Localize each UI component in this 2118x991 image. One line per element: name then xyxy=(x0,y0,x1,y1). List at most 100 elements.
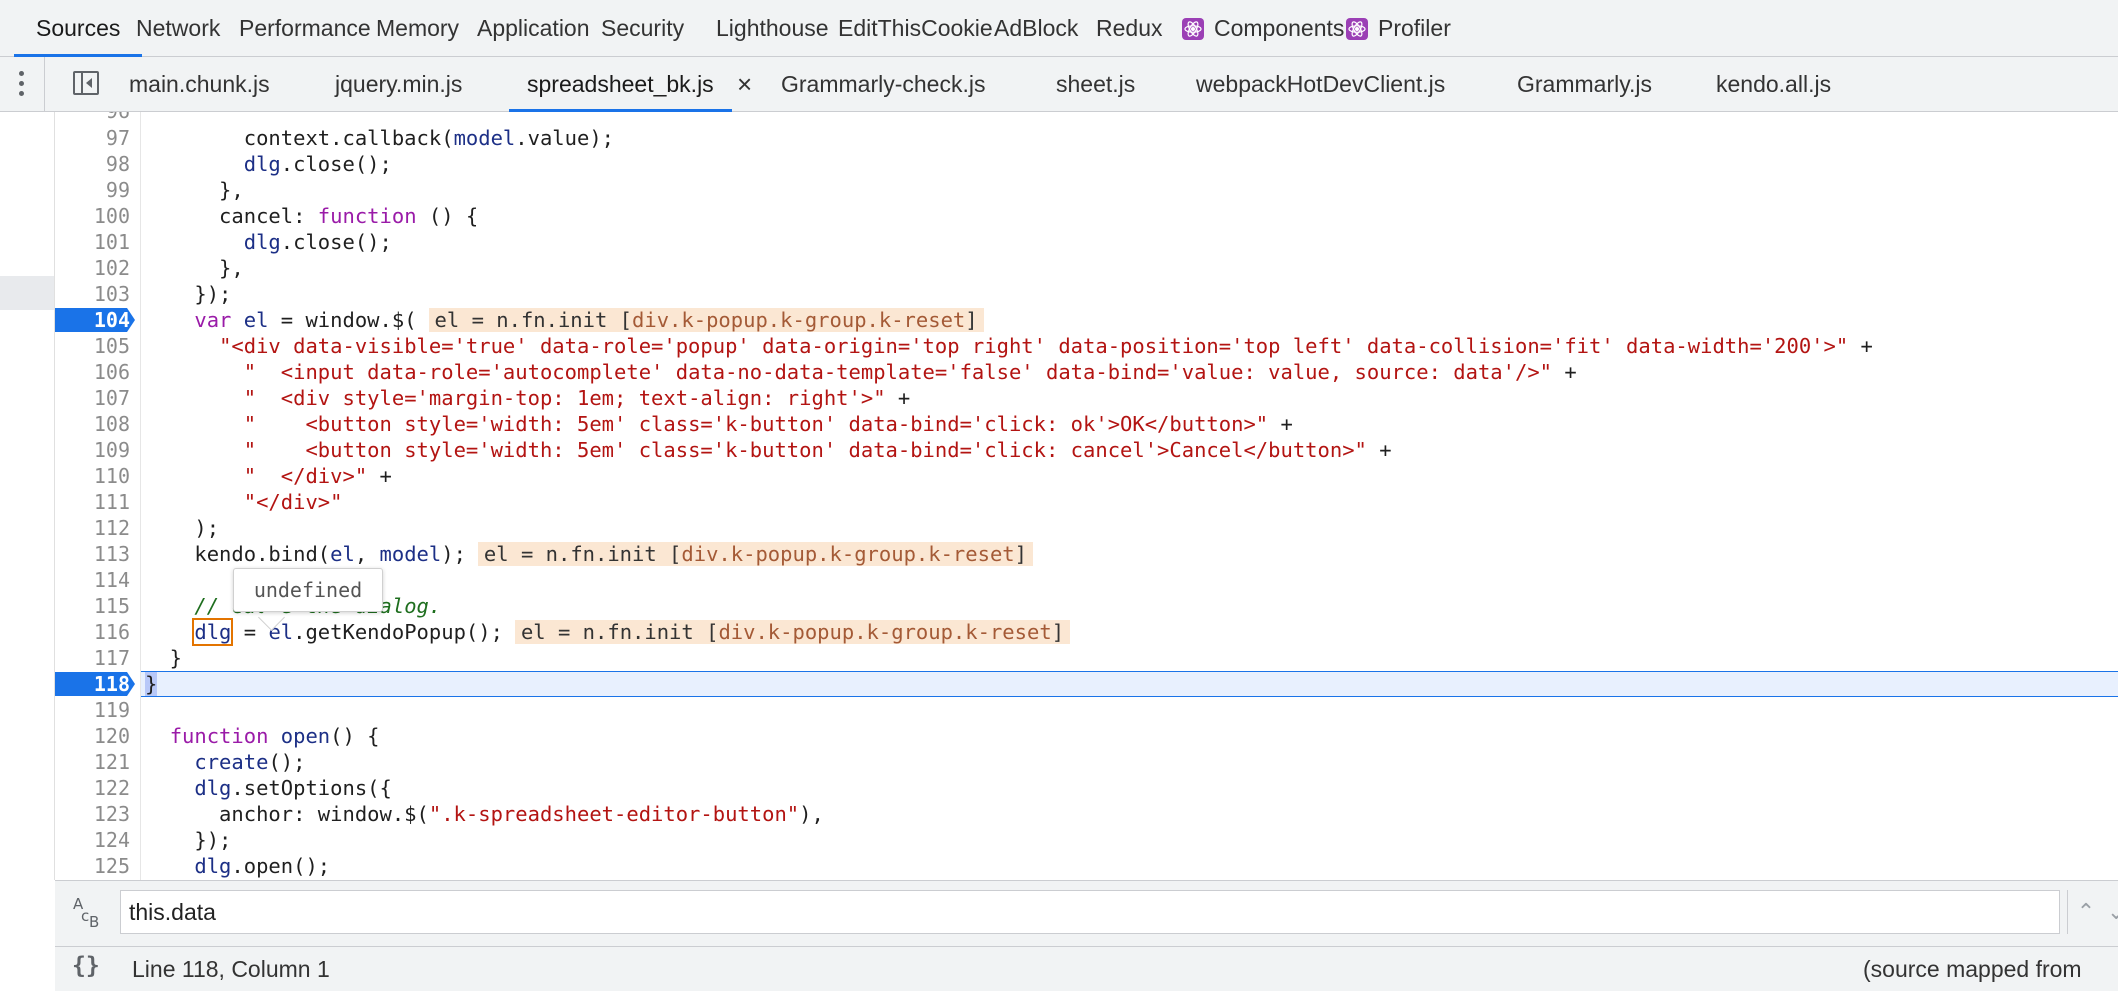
line-number[interactable]: 106 xyxy=(55,359,130,385)
pretty-print-icon[interactable]: {} xyxy=(72,953,100,979)
line-number[interactable]: 116 xyxy=(55,619,130,645)
line-number[interactable]: 119 xyxy=(55,697,130,723)
code-text: dlg.close(); xyxy=(243,152,392,176)
line-number[interactable]: 113 xyxy=(55,541,130,567)
divider xyxy=(44,57,45,111)
execution-line: 118 } xyxy=(0,671,2118,697)
tab-components[interactable]: Components xyxy=(1182,0,1344,56)
status-bar: {} Line 118, Column 1 (source mapped fro… xyxy=(55,946,2118,991)
code-text: dlg.setOptions({ xyxy=(194,776,392,800)
code-line: 121 create(); xyxy=(0,749,2118,775)
close-tab-icon[interactable]: × xyxy=(737,57,752,111)
line-number[interactable]: 124 xyxy=(55,827,130,853)
line-number[interactable]: 103 xyxy=(55,281,130,307)
code-text: "</div>" xyxy=(243,490,343,514)
tab-sources[interactable]: Sources xyxy=(13,0,143,57)
tab-memory[interactable]: Memory xyxy=(376,0,459,56)
source-mapped-link[interactable]: (source mapped from xyxy=(1863,947,2082,991)
line-number[interactable]: 96 xyxy=(55,112,130,124)
file-tab-grammarly-check[interactable]: Grammarly-check.js xyxy=(781,57,985,111)
line-number[interactable]: 121 xyxy=(55,749,130,775)
code-text: }); xyxy=(145,282,232,306)
cursor-position: Line 118, Column 1 xyxy=(132,956,330,982)
file-tab-main-chunk[interactable]: main.chunk.js xyxy=(129,57,270,111)
code-text: }, xyxy=(145,256,244,280)
tab-security[interactable]: Security xyxy=(601,0,684,56)
file-tab-jquery[interactable]: jquery.min.js xyxy=(335,57,462,111)
line-number[interactable]: 118 xyxy=(55,671,130,697)
react-icon xyxy=(1346,18,1368,40)
code-text: }, xyxy=(145,178,244,202)
react-icon xyxy=(1182,18,1204,40)
tab-editthiscookie[interactable]: EditThisCookie xyxy=(838,0,993,56)
file-tab-webpack-hot-dev-client[interactable]: webpackHotDevClient.js xyxy=(1196,57,1445,111)
tab-network[interactable]: Network xyxy=(136,0,220,56)
more-options-icon[interactable] xyxy=(14,71,30,97)
inline-value: el = n.fn.init [div.k-popup.k-group.k-re… xyxy=(428,308,984,332)
code-text: " <input data-role='autocomplete' data-n… xyxy=(243,360,1577,384)
search-next-icon[interactable]: ⌄ xyxy=(2107,890,2118,934)
code-line: 101 dlg.close(); xyxy=(0,229,2118,255)
file-tab-sheet[interactable]: sheet.js xyxy=(1056,57,1135,111)
toggle-navigator-icon[interactable] xyxy=(73,71,99,95)
line-number[interactable]: 97 xyxy=(55,125,130,151)
line-number[interactable]: 115 xyxy=(55,593,130,619)
file-tab-spreadsheet-bk[interactable]: spreadsheet_bk.js xyxy=(509,57,732,112)
code-line: 105 "<div data-visible='true' data-role=… xyxy=(0,333,2118,359)
code-text: kendo.bind(el, model); el = n.fn.init [di… xyxy=(145,541,1033,567)
line-number[interactable]: 122 xyxy=(55,775,130,801)
line-number[interactable]: 125 xyxy=(55,853,130,879)
file-tabbar: main.chunk.js jquery.min.js spreadsheet_… xyxy=(0,57,2118,112)
svg-text:c: c xyxy=(81,907,89,925)
line-number[interactable]: 101 xyxy=(55,229,130,255)
tab-profiler[interactable]: Profiler xyxy=(1346,0,1451,56)
search-previous-icon[interactable]: ⌃ xyxy=(2067,890,2104,934)
code-line: 106 " <input data-role='autocomplete' da… xyxy=(0,359,2118,385)
line-number[interactable]: 120 xyxy=(55,723,130,749)
code-line: 120 function open() { xyxy=(0,723,2118,749)
line-number[interactable]: 117 xyxy=(55,645,130,671)
code-text: context.callback(model.value); xyxy=(145,126,615,150)
code-text: anchor: window.$(".k-spreadsheet-editor-… xyxy=(145,802,824,826)
tab-lighthouse[interactable]: Lighthouse xyxy=(716,0,829,56)
line-number[interactable]: 102 xyxy=(55,255,130,281)
code-line: 122 dlg.setOptions({ xyxy=(0,775,2118,801)
code-line: 108 " <button style='width: 5em' class='… xyxy=(0,411,2118,437)
line-number[interactable]: 109 xyxy=(55,437,130,463)
line-number[interactable]: 100 xyxy=(55,203,130,229)
line-number[interactable]: 99 xyxy=(55,177,130,203)
tab-adblock[interactable]: AdBlock xyxy=(994,0,1078,56)
tab-redux[interactable]: Redux xyxy=(1096,0,1162,56)
line-number[interactable]: 123 xyxy=(55,801,130,827)
code-line: 125 dlg.open(); xyxy=(0,853,2118,879)
code-text: } xyxy=(145,646,183,670)
tab-application[interactable]: Application xyxy=(477,0,590,56)
line-number[interactable]: 98 xyxy=(55,151,130,177)
code-line: 123 anchor: window.$(".k-spreadsheet-edi… xyxy=(0,801,2118,827)
search-input[interactable] xyxy=(120,890,2060,934)
code-line: 104 var el = window.$(el = n.fn.init [di… xyxy=(0,307,2118,333)
line-number[interactable]: 110 xyxy=(55,463,130,489)
line-number[interactable]: 107 xyxy=(55,385,130,411)
line-number[interactable]: 104 xyxy=(55,307,130,333)
code-line: 116 dlg = el.getKendoPopup(); el = n.fn.i… xyxy=(0,618,2118,646)
code-editor[interactable]: 96 97 context.callback(model.value); 98 … xyxy=(0,112,2118,880)
match-case-icon[interactable]: ABc xyxy=(71,893,111,933)
line-number[interactable]: 108 xyxy=(55,411,130,437)
code-text: ); xyxy=(145,516,220,540)
tab-performance[interactable]: Performance xyxy=(239,0,371,56)
line-number[interactable]: 112 xyxy=(55,515,130,541)
line-number[interactable]: 114 xyxy=(55,567,130,593)
inline-value: el = n.fn.init [div.k-popup.k-group.k-re… xyxy=(514,620,1071,644)
file-tab-kendo-all[interactable]: kendo.all.js xyxy=(1716,57,1831,111)
code-line: 110 " </div>" + xyxy=(0,463,2118,489)
code-line: 97 context.callback(model.value); xyxy=(0,125,2118,151)
line-number[interactable]: 111 xyxy=(55,489,130,515)
hovered-variable[interactable]: dlg xyxy=(192,618,234,646)
line-number[interactable]: 105 xyxy=(55,333,130,359)
code-text: " <button style='width: 5em' class='k-bu… xyxy=(243,412,1293,436)
code-line: 98 dlg.close(); xyxy=(0,151,2118,177)
file-tab-grammarly[interactable]: Grammarly.js xyxy=(1517,57,1652,111)
code-text: cancel: function () { xyxy=(145,204,479,228)
code-text: "<div data-visible='true' data-role='pop… xyxy=(219,334,1873,358)
